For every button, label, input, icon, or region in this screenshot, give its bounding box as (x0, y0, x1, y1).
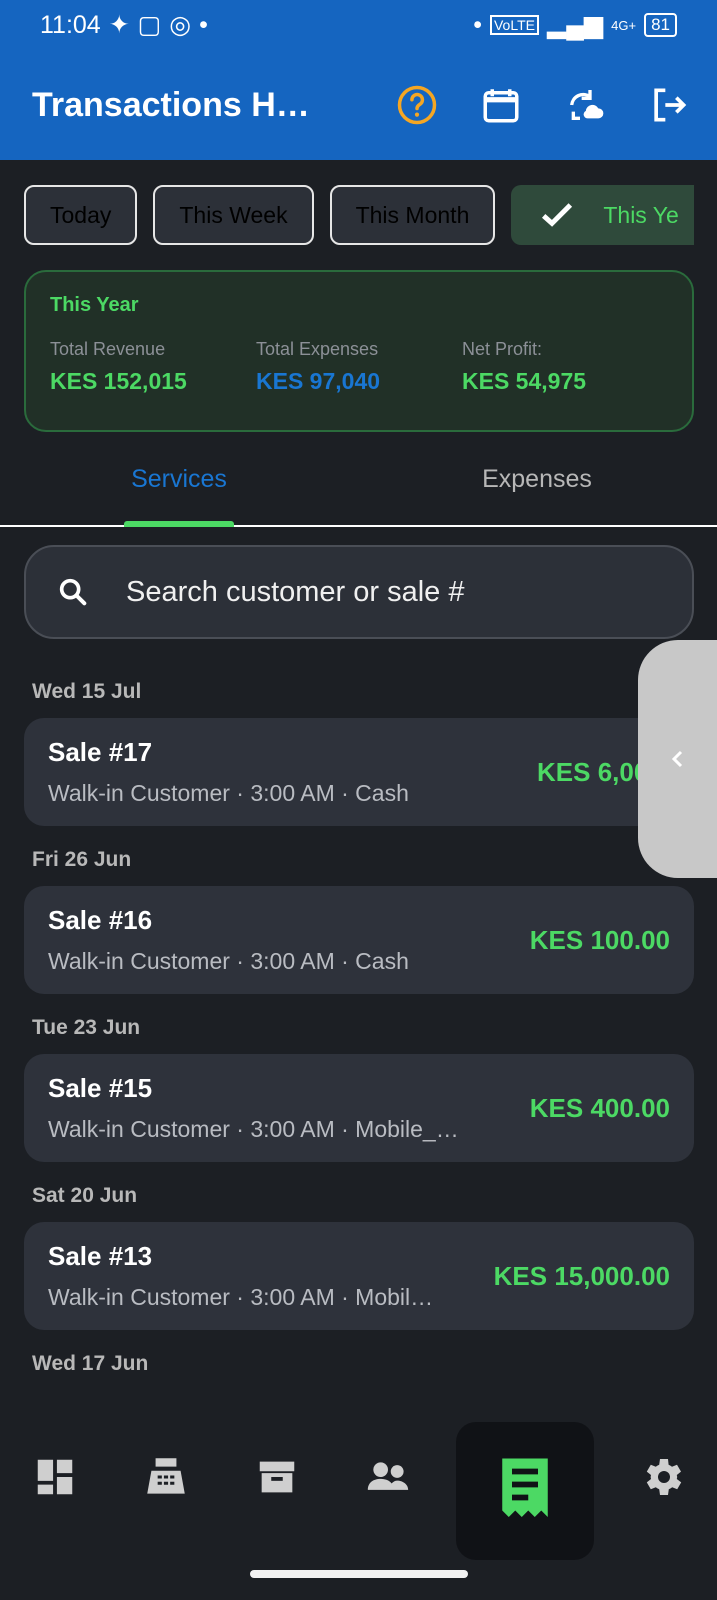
sale-title: Sale #13 (48, 1241, 153, 1271)
sale-subtitle: Walk-in Customer · 3:00 AM · Cash (48, 948, 409, 974)
side-drawer-handle[interactable] (638, 640, 717, 878)
instagram-icon: ◎ (169, 11, 192, 39)
help-icon (397, 85, 437, 125)
filter-this-week[interactable]: This Week (153, 185, 314, 245)
sale-details: Sale #17 Walk-in Customer · 3:00 AM · Ca… (48, 737, 478, 807)
dashboard-icon (38, 1459, 73, 1495)
people-icon (367, 1462, 409, 1490)
date-header: Tue 23 Jun (32, 1016, 141, 1039)
sale-subtitle: Walk-in Customer · 3:00 AM · Mobil… (48, 1284, 434, 1310)
sync-icon (570, 90, 604, 120)
time-text: 11:04 (40, 10, 101, 39)
filter-this-month[interactable]: This Month (329, 185, 496, 245)
help-button[interactable] (393, 81, 441, 129)
status-right: • VoLTE ▂▄▆ 4G+ 81 (473, 10, 677, 40)
date-header: Wed 17 Jun (32, 1352, 149, 1375)
volte-icon: • (473, 10, 482, 39)
profit-label: Net Profit: (462, 339, 543, 359)
search-input[interactable]: Search customer or sale # (126, 576, 464, 609)
calendar-icon (483, 89, 519, 123)
calendar-button[interactable] (477, 81, 525, 129)
date-header: Fri 26 Jun (32, 848, 132, 871)
sale-amount: KES 400.00 (529, 1092, 670, 1123)
logout-button[interactable] (645, 81, 693, 129)
sale-card-15[interactable]: Sale #15 Walk-in Customer · 3:00 AM · Mo… (24, 1054, 694, 1162)
filter-today[interactable]: Today (24, 185, 138, 245)
sale-details: Sale #15 Walk-in Customer · 3:00 AM · Mo… (48, 1073, 478, 1143)
summary-title: This Year (50, 294, 139, 316)
revenue-label: Total Revenue (50, 339, 166, 359)
sale-title: Sale #15 (48, 1073, 153, 1103)
nav-transactions[interactable] (455, 1422, 594, 1560)
expenses-label: Total Expenses (256, 339, 379, 359)
volte-badge: VoLTE (489, 15, 539, 35)
date-header: Wed 15 Jul (32, 680, 142, 703)
revenue-metric: Total Revenue KES 152,015 (50, 339, 256, 395)
sale-details: Sale #13 Walk-in Customer · 3:00 AM · Mo… (48, 1241, 478, 1311)
nav-settings[interactable] (619, 1434, 705, 1520)
copy-icon: ▢ (137, 11, 162, 39)
period-filter-chips: Today This Week This Month This Ye (24, 185, 694, 245)
bottom-navigation (0, 1408, 717, 1560)
battery-level: 81 (651, 15, 670, 34)
sale-amount: KES 15,000.00 (493, 1260, 670, 1291)
battery-badge: 81 (644, 13, 677, 37)
sale-amount: KES 100.00 (529, 924, 670, 955)
expenses-metric: Total Expenses KES 97,040 (256, 339, 462, 395)
tab-expenses[interactable]: Expenses (358, 455, 716, 525)
tab-bar: Services Expenses (0, 455, 717, 527)
sync-button[interactable] (561, 81, 609, 129)
sale-subtitle: Walk-in Customer · 3:00 AM · Mobile_… (48, 1116, 459, 1142)
sale-details: Sale #16 Walk-in Customer · 3:00 AM · Ca… (48, 905, 478, 975)
home-indicator[interactable] (250, 1570, 468, 1578)
filter-this-year-label: This Ye (603, 201, 679, 228)
signal-icon: ▂▄▆ (546, 11, 604, 39)
status-bar: 11:04 ✦ ▢ ◎ • • VoLTE ▂▄▆ 4G+ 81 (0, 0, 717, 50)
sale-card-16[interactable]: Sale #16 Walk-in Customer · 3:00 AM · Ca… (24, 886, 694, 994)
search-icon (59, 578, 87, 606)
summary-metrics: Total Revenue KES 152,015 Total Expenses… (50, 339, 668, 395)
app-actions (393, 50, 693, 160)
nav-customers[interactable] (345, 1434, 431, 1520)
search-field[interactable]: Search customer or sale # (24, 545, 694, 639)
tab-services[interactable]: Services (0, 455, 358, 527)
revenue-value: KES 152,015 (50, 368, 187, 394)
filter-this-year[interactable]: This Ye (511, 185, 694, 245)
cash-register-icon (147, 1458, 185, 1494)
sale-title: Sale #16 (48, 905, 153, 935)
dot-icon: • (199, 10, 208, 39)
receipt-icon (501, 1458, 548, 1517)
chevron-left-icon (671, 750, 682, 768)
sparkle-icon: ✦ (108, 11, 130, 39)
sale-subtitle: Walk-in Customer · 3:00 AM · Cash (48, 780, 409, 806)
status-left: 11:04 ✦ ▢ ◎ • (40, 10, 208, 40)
sale-card-13[interactable]: Sale #13 Walk-in Customer · 3:00 AM · Mo… (24, 1222, 694, 1330)
check-icon (542, 203, 573, 227)
logout-icon (654, 88, 687, 122)
expenses-value: KES 97,040 (256, 368, 381, 394)
nav-inventory[interactable] (234, 1434, 320, 1520)
profit-metric: Net Profit: KES 54,975 (462, 339, 668, 395)
nav-pos[interactable] (123, 1434, 209, 1520)
sale-title: Sale #17 (48, 737, 153, 767)
profit-value: KES 54,975 (462, 368, 587, 394)
transactions-list: Wed 15 Jul Sale #17 Walk-in Customer · 3… (24, 658, 694, 1398)
app-bar: Transactions H… (0, 50, 717, 160)
date-header: Sat 20 Jun (32, 1184, 138, 1207)
summary-card: This Year Total Revenue KES 152,015 Tota… (24, 270, 694, 432)
page-title: Transactions H… (32, 85, 310, 124)
archive-icon (259, 1461, 295, 1493)
sale-card-17[interactable]: Sale #17 Walk-in Customer · 3:00 AM · Ca… (24, 718, 694, 826)
network-label: 4G+ (611, 17, 637, 33)
gear-icon (646, 1459, 681, 1495)
nav-dashboard[interactable] (12, 1434, 98, 1520)
